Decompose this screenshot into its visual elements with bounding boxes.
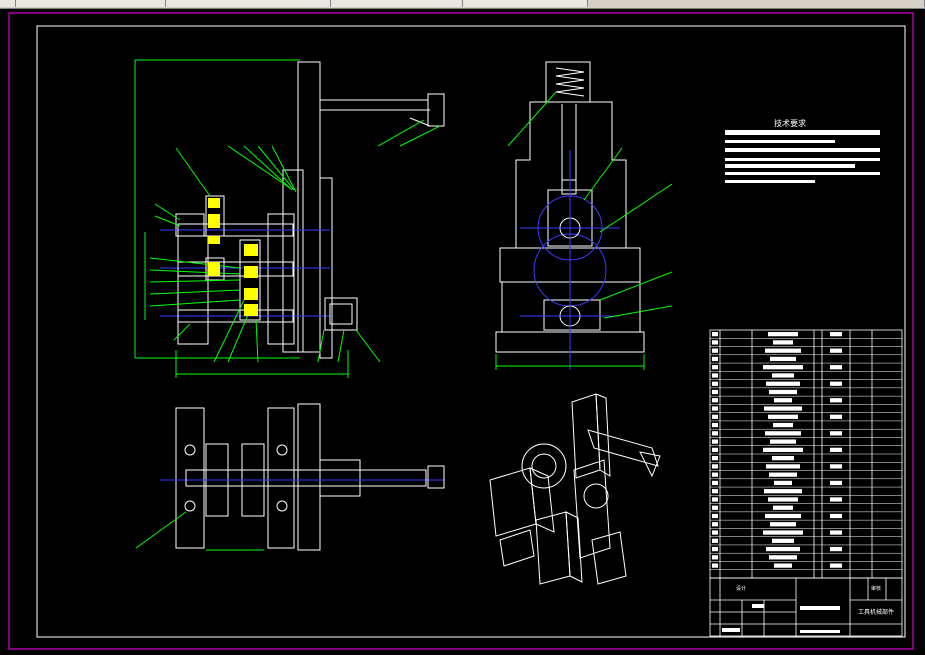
parts-index-fill	[712, 398, 718, 403]
parts-index-fill	[712, 422, 718, 428]
title-block-cells	[722, 604, 840, 633]
sheet-outer-border	[8, 12, 914, 650]
parts-cell-fill	[764, 489, 802, 494]
toolbar-tab-4[interactable]	[331, 0, 463, 7]
toolbar-tab-3[interactable]	[166, 0, 331, 7]
title-block-checker: 审核	[871, 585, 881, 592]
parts-material-fill	[830, 332, 842, 337]
isometric-view[interactable]	[489, 393, 661, 585]
parts-cell-fill	[774, 398, 792, 403]
parts-index-fill	[712, 381, 718, 386]
parts-cell-fill	[764, 406, 802, 411]
toolbar-tab-2[interactable]	[16, 0, 166, 7]
parts-index-fill	[712, 456, 718, 461]
parts-index-fill	[712, 522, 718, 527]
parts-index-fill	[712, 431, 718, 436]
parts-material-fill	[830, 480, 842, 486]
notes-title: 技术要求	[774, 118, 806, 128]
parts-cell-fill	[770, 522, 796, 527]
parts-index-fill	[712, 439, 718, 444]
parts-index-fill	[712, 513, 718, 519]
parts-index-fill	[712, 538, 718, 543]
parts-material-fill	[830, 381, 842, 386]
parts-material-fill	[830, 365, 842, 370]
parts-material-fill	[830, 447, 842, 452]
parts-list-cells	[712, 332, 842, 568]
gear-highlights	[208, 198, 258, 316]
parts-cell-fill	[769, 555, 797, 560]
parts-cell-fill	[766, 546, 800, 552]
parts-material-fill	[830, 530, 842, 535]
parts-cell-fill	[766, 381, 800, 386]
parts-index-fill	[712, 447, 718, 452]
parts-material-fill	[830, 497, 842, 502]
parts-material-fill	[830, 414, 842, 419]
front-view[interactable]	[134, 59, 445, 378]
parts-cell-fill	[774, 563, 792, 568]
parts-index-fill	[712, 497, 718, 502]
parts-material-fill	[830, 464, 842, 469]
parts-material-fill	[830, 431, 842, 436]
side-view[interactable]	[495, 61, 673, 370]
parts-index-fill	[712, 356, 718, 362]
parts-list-rows	[710, 338, 902, 570]
toolbar-tab-1[interactable]	[0, 0, 16, 7]
top-view[interactable]	[135, 403, 445, 551]
parts-material-fill	[830, 398, 842, 403]
toolbar	[0, 0, 925, 9]
parts-index-fill	[712, 365, 718, 370]
parts-index-fill	[712, 546, 718, 552]
parts-cell-fill	[773, 505, 793, 510]
parts-material-fill	[830, 546, 842, 552]
parts-cell-fill	[768, 414, 798, 419]
parts-index-fill	[712, 530, 718, 535]
parts-index-fill	[712, 406, 718, 411]
parts-cell-fill	[772, 373, 794, 378]
parts-cell-fill	[765, 513, 801, 519]
parts-index-fill	[712, 348, 718, 353]
parts-cell-fill	[763, 530, 803, 535]
parts-cell-fill	[772, 538, 794, 543]
technical-notes: 技术要求	[725, 118, 880, 183]
parts-cell-fill	[770, 356, 796, 362]
parts-cell-fill	[763, 365, 803, 370]
parts-index-fill	[712, 340, 718, 345]
toolbar-tab-6[interactable]	[588, 0, 925, 7]
title-block-name: 工具机械部件	[858, 608, 894, 616]
sheet-inner-frame	[36, 25, 906, 638]
parts-index-fill	[712, 472, 718, 477]
parts-material-fill	[830, 513, 842, 519]
parts-cell-fill	[773, 422, 793, 428]
parts-cell-fill	[769, 472, 797, 477]
parts-index-fill	[712, 505, 718, 510]
parts-cell-fill	[763, 447, 803, 452]
parts-cell-fill	[766, 464, 800, 469]
parts-index-fill	[712, 555, 718, 560]
toolbar-tab-5[interactable]	[463, 0, 588, 7]
title-block-designer: 设计	[736, 585, 746, 592]
parts-cell-fill	[768, 332, 798, 337]
parts-index-fill	[712, 414, 718, 419]
parts-index-fill	[712, 480, 718, 486]
parts-material-fill	[830, 563, 842, 568]
parts-index-fill	[712, 464, 718, 469]
parts-index-fill	[712, 489, 718, 494]
parts-material-fill	[830, 348, 842, 353]
parts-cell-fill	[770, 439, 796, 444]
parts-cell-fill	[773, 340, 793, 345]
parts-cell-fill	[769, 389, 797, 395]
parts-cell-fill	[765, 348, 801, 353]
parts-index-fill	[712, 389, 718, 395]
cad-drawing-canvas[interactable]: 技术要求 工具机械部件 设计 审核	[0, 9, 925, 655]
parts-cell-fill	[765, 431, 801, 436]
parts-cell-fill	[772, 456, 794, 461]
parts-index-fill	[712, 563, 718, 568]
parts-index-fill	[712, 332, 718, 337]
parts-cell-fill	[768, 497, 798, 502]
parts-cell-fill	[774, 480, 792, 486]
parts-index-fill	[712, 373, 718, 378]
